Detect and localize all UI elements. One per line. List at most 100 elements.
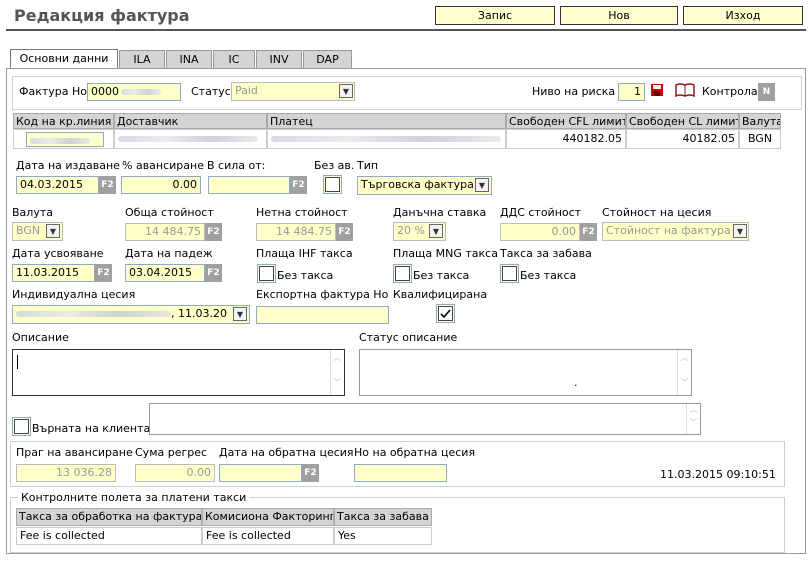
save-icon[interactable]	[650, 83, 664, 97]
tab-ina[interactable]: INA	[166, 50, 212, 68]
save-button[interactable]: Запис	[435, 6, 555, 25]
grid-cell-cfl-limit: 440182.05	[506, 129, 626, 149]
due-date-f2-button[interactable]: F2	[205, 264, 222, 282]
type-select[interactable]: Търговска фактура	[357, 176, 492, 195]
advance-pct-input[interactable]: 0.00	[121, 176, 201, 194]
chevron-down-icon: ▼	[475, 178, 489, 192]
vat-value-input[interactable]: 0.00	[500, 223, 580, 241]
tab-main-data[interactable]: Основни данни	[10, 49, 118, 69]
control-header-late-fee: Такса за забава	[334, 508, 432, 526]
mng-fee-checkbox-wrap[interactable]	[393, 264, 412, 283]
ihf-fee-checkbox-wrap[interactable]	[257, 264, 276, 283]
due-date-label: Дата на падеж	[125, 247, 213, 260]
ihf-fee-label: Плаща IHF такса	[256, 247, 353, 260]
cession-value-label: Стойност на цесия	[602, 206, 712, 219]
reverse-cession-date-input[interactable]	[219, 464, 302, 482]
acceptance-date-input[interactable]: 11.03.2015	[12, 264, 95, 282]
effective-from-label: В сила от:	[207, 159, 266, 172]
net-value-f2-button[interactable]: F2	[336, 223, 353, 241]
due-date-input[interactable]: 03.04.2015	[125, 264, 205, 282]
new-button[interactable]: Нов	[560, 6, 678, 25]
total-value-f2-button[interactable]: F2	[205, 223, 222, 241]
exit-button[interactable]: Изход	[683, 6, 803, 25]
control-cell-processing-fee: Fee is collected	[16, 527, 202, 545]
vat-value-label: ДДС стойност	[500, 206, 582, 219]
returned-note-scrollbar[interactable]: ︿ ﹀	[686, 404, 700, 434]
status-description-textarea[interactable]: . ︿ ﹀	[359, 349, 692, 396]
grid-header-cl-limit: Свободен CL лимит	[626, 113, 739, 129]
chevron-down-icon: ▼	[429, 224, 443, 238]
issue-date-f2-button[interactable]: F2	[99, 176, 116, 194]
late-fee-checkbox-wrap[interactable]	[500, 264, 519, 283]
returned-checkbox-wrap[interactable]	[12, 417, 31, 436]
reverse-cession-date-f2-button[interactable]: F2	[302, 464, 319, 482]
issue-date-input[interactable]: 04.03.2015	[16, 176, 99, 194]
invoice-no-input[interactable]: 0000	[87, 83, 181, 101]
regress-sum-input[interactable]: 0.00	[135, 464, 215, 482]
regress-sum-label: Сума регрес	[135, 446, 208, 459]
control-header-processing-fee: Такса за обработка на фактура	[16, 508, 202, 526]
description-scrollbar[interactable]: ︿ ﹀	[330, 350, 344, 395]
chevron-down-icon: ▼	[46, 224, 60, 238]
late-fee-checkbox[interactable]	[502, 266, 517, 281]
grid-header-supplier: Доставчик	[114, 113, 267, 129]
ihf-fee-checkbox[interactable]	[259, 266, 274, 281]
vat-value-f2-button[interactable]: F2	[580, 223, 597, 241]
mng-fee-check-label: Без такса	[413, 269, 470, 282]
grid-header-cfl-limit: Свободен CFL лимит	[506, 113, 626, 129]
returned-checkbox[interactable]	[14, 419, 29, 434]
grid-cell-credit-line[interactable]	[13, 129, 114, 149]
export-invoice-input[interactable]	[256, 306, 389, 324]
tab-inv[interactable]: INV	[256, 50, 302, 68]
net-value-label: Нетна стойност	[256, 206, 348, 219]
status-description-label: Статус описание	[359, 331, 458, 344]
control-indicator: N	[758, 83, 775, 101]
tab-ila[interactable]: ILA	[119, 50, 165, 68]
qualified-checkbox[interactable]	[438, 306, 453, 321]
title-divider	[6, 29, 806, 31]
mng-fee-checkbox[interactable]	[395, 266, 410, 281]
grid-cell-supplier	[114, 129, 267, 149]
export-invoice-label: Експортна фактура Но	[256, 288, 389, 301]
total-value-input[interactable]: 14 484.75	[125, 223, 205, 241]
chevron-down-icon: ▼	[733, 224, 747, 238]
individual-cession-label: Индивидуална цесия	[12, 288, 136, 301]
status-description-scrollbar[interactable]: ︿ ﹀	[677, 350, 691, 395]
net-value-input[interactable]: 14 484.75	[256, 223, 336, 241]
effective-from-input[interactable]	[208, 176, 290, 194]
timestamp: 11.03.2015 09:10:51	[660, 468, 776, 481]
no-advance-checkbox[interactable]	[325, 177, 340, 192]
control-fields-legend: Контролните полета за платени такси	[18, 491, 250, 504]
effective-from-f2-button[interactable]: F2	[290, 176, 307, 194]
cession-value-select[interactable]: Стойност на фактура	[602, 222, 749, 241]
tab-ic[interactable]: IC	[213, 50, 255, 68]
issue-date-label: Дата на издаване	[16, 159, 120, 172]
acceptance-date-f2-button[interactable]: F2	[95, 264, 112, 282]
advance-threshold-input[interactable]: 13 036.28	[16, 464, 116, 482]
tab-dap[interactable]: DAP	[303, 50, 352, 68]
control-cell-late-fee: Yes	[334, 527, 432, 545]
description-textarea[interactable]: ︿ ﹀	[12, 349, 345, 396]
risk-input[interactable]: 1	[618, 83, 645, 101]
invoice-no-label: Фактура Но	[19, 85, 87, 98]
chevron-down-icon: ▼	[233, 307, 247, 321]
no-advance-checkbox-wrap[interactable]	[323, 175, 342, 194]
mng-fee-label: Плаща MNG такса	[393, 247, 498, 260]
ihf-fee-check-label: Без такса	[277, 269, 334, 282]
advance-threshold-label: Праг на авансиране	[16, 446, 133, 459]
reverse-cession-no-input[interactable]	[354, 464, 447, 482]
control-cell-factoring-commission: Fee is collected	[202, 527, 334, 545]
status-description-text: .	[574, 376, 578, 389]
grid-header-payer: Платец	[267, 113, 506, 129]
risk-label: Ниво на риска	[532, 85, 616, 98]
grid-cell-payer	[267, 129, 506, 149]
status-select[interactable]: Paid	[231, 82, 355, 101]
late-fee-label: Такса за забава	[500, 247, 592, 260]
individual-cession-select[interactable]: , 11.03.20	[12, 305, 250, 324]
late-fee-check-label: Без такса	[520, 269, 577, 282]
acceptance-date-label: Дата усвояване	[12, 247, 104, 260]
returned-label: Върната на клиента	[32, 422, 151, 435]
returned-note-textarea[interactable]: ︿ ﹀	[149, 403, 701, 435]
qualified-checkbox-wrap[interactable]	[436, 304, 455, 323]
book-icon[interactable]	[675, 82, 695, 98]
